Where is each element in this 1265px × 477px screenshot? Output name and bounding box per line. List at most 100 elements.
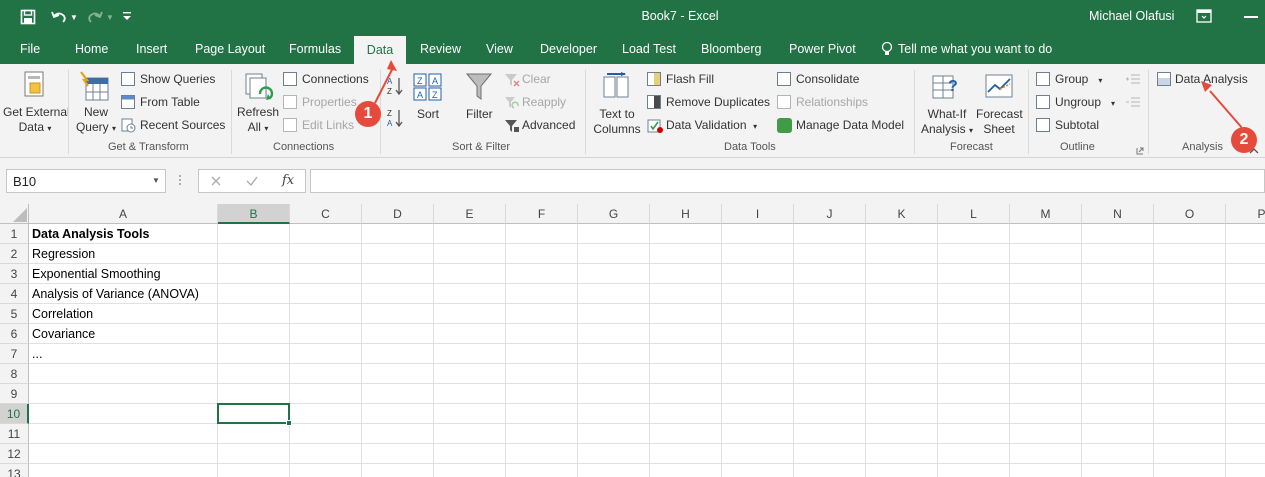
- cell-a3[interactable]: Exponential Smoothing: [29, 264, 161, 284]
- row-header-6[interactable]: 6: [0, 324, 29, 344]
- select-all-button[interactable]: [0, 204, 29, 224]
- gridline: [721, 224, 722, 477]
- sort-button[interactable]: Sort: [417, 107, 439, 122]
- tab-file[interactable]: File: [20, 34, 40, 64]
- sort-ascending-icon[interactable]: AZ: [387, 76, 405, 96]
- column-header-j[interactable]: J: [794, 204, 866, 224]
- tab-formulas[interactable]: Formulas: [289, 34, 341, 64]
- row-header-9[interactable]: 9: [0, 384, 29, 404]
- advanced-filter-icon: [504, 118, 520, 134]
- minimize-icon[interactable]: [1244, 16, 1258, 18]
- column-header-b[interactable]: B: [218, 204, 290, 224]
- tab-power-pivot[interactable]: Power Pivot: [789, 34, 856, 64]
- column-header-g[interactable]: G: [578, 204, 650, 224]
- customize-qat-icon[interactable]: [122, 10, 132, 22]
- cell-a2[interactable]: Regression: [29, 244, 95, 264]
- cell-a5[interactable]: Correlation: [29, 304, 93, 324]
- tab-developer[interactable]: Developer: [540, 34, 597, 64]
- row-header-13[interactable]: 13: [0, 464, 29, 477]
- row-header-10[interactable]: 10: [0, 404, 29, 424]
- row-header-3[interactable]: 3: [0, 264, 29, 284]
- data-validation-button[interactable]: Data Validation ▾: [666, 118, 757, 134]
- data-analysis-icon: [1157, 72, 1171, 86]
- what-if-analysis-button[interactable]: What-If Analysis ▾: [921, 107, 973, 138]
- cell-a6[interactable]: Covariance: [29, 324, 95, 344]
- group-separator: [231, 70, 232, 154]
- get-external-data-button[interactable]: Get External Data ▾: [3, 105, 70, 136]
- tab-view[interactable]: View: [486, 34, 513, 64]
- column-header-p[interactable]: P: [1226, 204, 1265, 224]
- column-header-m[interactable]: M: [1010, 204, 1082, 224]
- formula-input[interactable]: [310, 169, 1265, 193]
- row-header-1[interactable]: 1: [0, 224, 29, 244]
- ribbon-display-options-icon[interactable]: [1196, 9, 1212, 23]
- enter-icon[interactable]: [245, 174, 259, 188]
- tab-load-test[interactable]: Load Test: [622, 34, 676, 64]
- row-header-5[interactable]: 5: [0, 304, 29, 324]
- row-header-4[interactable]: 4: [0, 284, 29, 304]
- save-icon[interactable]: [20, 9, 36, 25]
- sort-descending-icon[interactable]: ZA: [387, 108, 405, 128]
- undo-icon[interactable]: [50, 8, 68, 26]
- column-header-h[interactable]: H: [650, 204, 722, 224]
- column-header-d[interactable]: D: [362, 204, 434, 224]
- show-queries-button[interactable]: Show Queries: [140, 72, 215, 87]
- cell-a7[interactable]: ...: [29, 344, 42, 364]
- row-header-8[interactable]: 8: [0, 364, 29, 384]
- outline-dialog-launcher-icon[interactable]: [1136, 144, 1144, 155]
- name-box[interactable]: B10 ▼: [6, 169, 166, 193]
- get-external-data-label-1: Get External: [3, 105, 70, 119]
- gridline: [29, 303, 1265, 304]
- manage-data-model-button[interactable]: Manage Data Model: [796, 118, 904, 133]
- column-header-c[interactable]: C: [290, 204, 362, 224]
- flash-fill-button[interactable]: Flash Fill: [666, 72, 714, 87]
- tell-me-box[interactable]: Tell me what you want to do: [898, 34, 1052, 64]
- filter-button[interactable]: Filter: [466, 107, 493, 122]
- svg-text:Z: Z: [432, 90, 438, 100]
- tab-page-layout[interactable]: Page Layout: [195, 34, 265, 64]
- from-table-button[interactable]: From Table: [140, 95, 200, 110]
- gridline: [1009, 224, 1010, 477]
- splitter-handle[interactable]: [178, 172, 182, 188]
- undo-dropdown-icon[interactable]: ▼: [70, 13, 78, 22]
- column-header-e[interactable]: E: [434, 204, 506, 224]
- ungroup-button[interactable]: Ungroup ▾: [1055, 95, 1115, 111]
- cancel-icon[interactable]: [209, 174, 223, 188]
- advanced-button[interactable]: Advanced: [522, 118, 575, 133]
- tab-home[interactable]: Home: [75, 34, 108, 64]
- text-to-columns-button[interactable]: Text to Columns: [592, 107, 642, 137]
- cell-a1[interactable]: Data Analysis Tools: [29, 224, 149, 244]
- column-header-f[interactable]: F: [506, 204, 578, 224]
- tab-insert[interactable]: Insert: [136, 34, 167, 64]
- column-header-l[interactable]: L: [938, 204, 1010, 224]
- group-button[interactable]: Group ▾: [1055, 72, 1102, 88]
- column-header-a[interactable]: A: [29, 204, 218, 224]
- column-header-k[interactable]: K: [866, 204, 938, 224]
- text-to-columns-label-1: Text to: [599, 107, 635, 121]
- ribbon-tabs: File Home Insert Page Layout Formulas Da…: [0, 34, 1265, 64]
- cell-a4[interactable]: Analysis of Variance (ANOVA): [29, 284, 199, 304]
- new-query-button[interactable]: New Query ▾: [74, 105, 118, 136]
- subtotal-button[interactable]: Subtotal: [1055, 118, 1099, 133]
- consolidate-button[interactable]: Consolidate: [796, 72, 859, 87]
- refresh-all-button[interactable]: Refresh All ▾: [235, 105, 281, 136]
- insert-function-icon[interactable]: fx: [282, 173, 294, 188]
- row-header-11[interactable]: 11: [0, 424, 29, 444]
- tab-review[interactable]: Review: [420, 34, 461, 64]
- fill-handle[interactable]: [286, 420, 292, 426]
- row-header-7[interactable]: 7: [0, 344, 29, 364]
- chevron-down-icon[interactable]: ▼: [152, 176, 160, 185]
- forecast-sheet-button[interactable]: Forecast Sheet: [976, 107, 1023, 137]
- row-header-2[interactable]: 2: [0, 244, 29, 264]
- column-header-i[interactable]: I: [722, 204, 794, 224]
- remove-duplicates-button[interactable]: Remove Duplicates: [666, 95, 770, 110]
- tab-bloomberg[interactable]: Bloomberg: [701, 34, 761, 64]
- active-cell-selection[interactable]: [217, 403, 292, 426]
- recent-sources-button[interactable]: Recent Sources: [140, 118, 225, 133]
- column-header-n[interactable]: N: [1082, 204, 1154, 224]
- user-name[interactable]: Michael Olafusi: [1089, 9, 1174, 23]
- column-header-o[interactable]: O: [1154, 204, 1226, 224]
- row-header-12[interactable]: 12: [0, 444, 29, 464]
- connections-button[interactable]: Connections: [302, 72, 369, 87]
- gridline: [289, 224, 290, 477]
